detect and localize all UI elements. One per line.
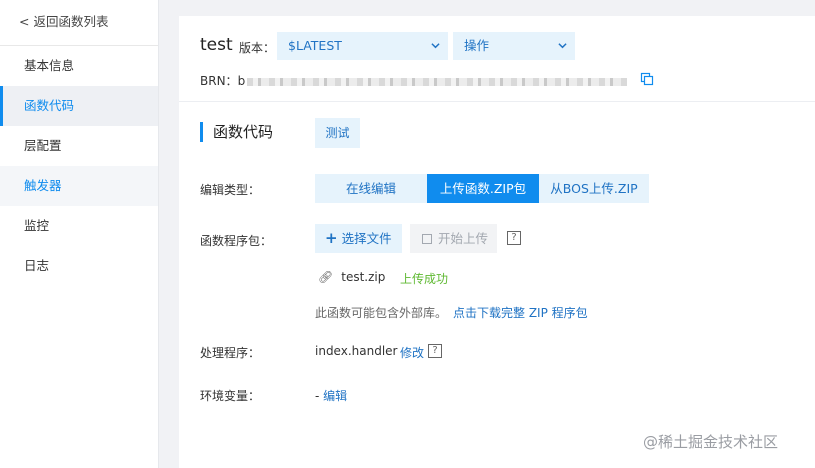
plus-icon: + xyxy=(325,229,338,247)
edit-type-online-tab[interactable]: 在线编辑 xyxy=(315,174,427,203)
main-panel: test 版本： $LATEST 操作 BRN：b 函数代码 测试 编辑类型： … xyxy=(179,16,815,468)
paperclip-icon: 🔗︎ xyxy=(318,270,334,284)
upload-icon xyxy=(422,234,432,244)
back-to-function-list-link[interactable]: < 返回函数列表 xyxy=(0,0,158,46)
chevron-down-icon xyxy=(431,43,440,49)
operations-select-value: 操作 xyxy=(464,38,490,53)
test-button[interactable]: 测试 xyxy=(315,118,360,148)
help-icon[interactable]: ? xyxy=(507,231,521,245)
uploaded-file: 🔗︎ test.zip xyxy=(318,270,385,284)
sidebar-item-label: 基本信息 xyxy=(24,58,75,73)
sidebar-item-function-code[interactable]: 函数代码 xyxy=(0,86,158,126)
help-icon[interactable]: ? xyxy=(428,344,442,358)
file-name: test.zip xyxy=(341,270,386,284)
edit-env-vars-link[interactable]: 编辑 xyxy=(323,389,347,403)
operations-select[interactable]: 操作 xyxy=(453,32,575,60)
start-upload-label: 开始上传 xyxy=(438,231,489,246)
modify-handler-link[interactable]: 修改 xyxy=(400,344,424,361)
edit-type-bos-tab[interactable]: 从BOS上传.ZIP xyxy=(539,174,649,203)
chevron-left-icon: < xyxy=(19,14,30,29)
sidebar-item-label: 层配置 xyxy=(24,138,62,153)
brn-prefix: b xyxy=(237,74,246,88)
handler-label: 处理程序： xyxy=(200,346,261,360)
sidebar-item-label: 触发器 xyxy=(24,178,62,193)
sidebar-item-logs[interactable]: 日志 xyxy=(0,246,158,286)
back-link-label: 返回函数列表 xyxy=(33,14,109,29)
sidebar-item-monitoring[interactable]: 监控 xyxy=(0,206,158,246)
section-title-function-code: 函数代码 xyxy=(200,122,273,142)
choose-file-label: 选择文件 xyxy=(341,231,392,246)
download-zip-link[interactable]: 点击下载完整 ZIP 程序包 xyxy=(453,306,588,320)
edit-type-label: 编辑类型： xyxy=(200,183,261,197)
version-select-value: $LATEST xyxy=(288,38,342,53)
sidebar-item-label: 日志 xyxy=(24,258,50,273)
sidebar: < 返回函数列表 基本信息 函数代码 层配置 触发器 监控 日志 xyxy=(0,0,159,468)
note-text: 此函数可能包含外部库。 xyxy=(315,306,448,320)
brn-label: BRN： xyxy=(200,74,238,88)
env-vars-label: 环境变量： xyxy=(200,389,261,403)
handler-value: index.handler xyxy=(315,344,398,358)
sidebar-item-triggers[interactable]: 触发器 xyxy=(0,166,158,206)
env-dash: - xyxy=(315,389,320,403)
choose-file-button[interactable]: + 选择文件 xyxy=(315,224,402,253)
start-upload-button[interactable]: 开始上传 xyxy=(410,224,497,253)
function-header: test 版本： $LATEST 操作 BRN：b xyxy=(179,16,815,102)
chevron-down-icon xyxy=(558,43,567,49)
copy-icon[interactable] xyxy=(640,72,654,86)
sidebar-item-basic-info[interactable]: 基本信息 xyxy=(0,46,158,86)
function-name: test xyxy=(200,35,233,55)
edit-type-zip-tab[interactable]: 上传函数.ZIP包 xyxy=(427,174,539,203)
package-label: 函数程序包： xyxy=(200,234,273,248)
upload-status: 上传成功 xyxy=(400,272,449,286)
sidebar-item-label: 函数代码 xyxy=(24,98,75,113)
env-vars-value: - 编辑 xyxy=(315,387,347,404)
sidebar-item-layer-config[interactable]: 层配置 xyxy=(0,126,158,166)
version-select[interactable]: $LATEST xyxy=(277,32,448,60)
external-libs-note: 此函数可能包含外部库。 点击下载完整 ZIP 程序包 xyxy=(315,304,588,321)
version-label: 版本： xyxy=(239,41,276,55)
sidebar-item-label: 监控 xyxy=(24,218,50,233)
brn-line: BRN：b xyxy=(200,72,629,89)
watermark: @稀土掘金技术社区 xyxy=(643,433,779,451)
brn-redacted xyxy=(247,77,628,86)
